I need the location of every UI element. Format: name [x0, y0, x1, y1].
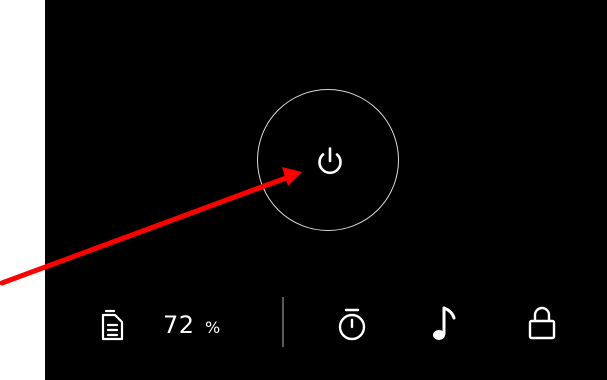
filter-document-icon[interactable]	[98, 309, 128, 341]
timer-icon[interactable]	[334, 307, 370, 343]
power-icon	[318, 147, 342, 175]
music-note-icon[interactable]	[430, 305, 460, 343]
battery-percentage-unit: %	[205, 318, 221, 337]
lock-icon[interactable]	[526, 305, 558, 341]
screenshot-canvas: 72 %	[0, 0, 607, 380]
battery-percentage-value: 72	[163, 311, 195, 339]
bar-divider	[282, 297, 284, 347]
